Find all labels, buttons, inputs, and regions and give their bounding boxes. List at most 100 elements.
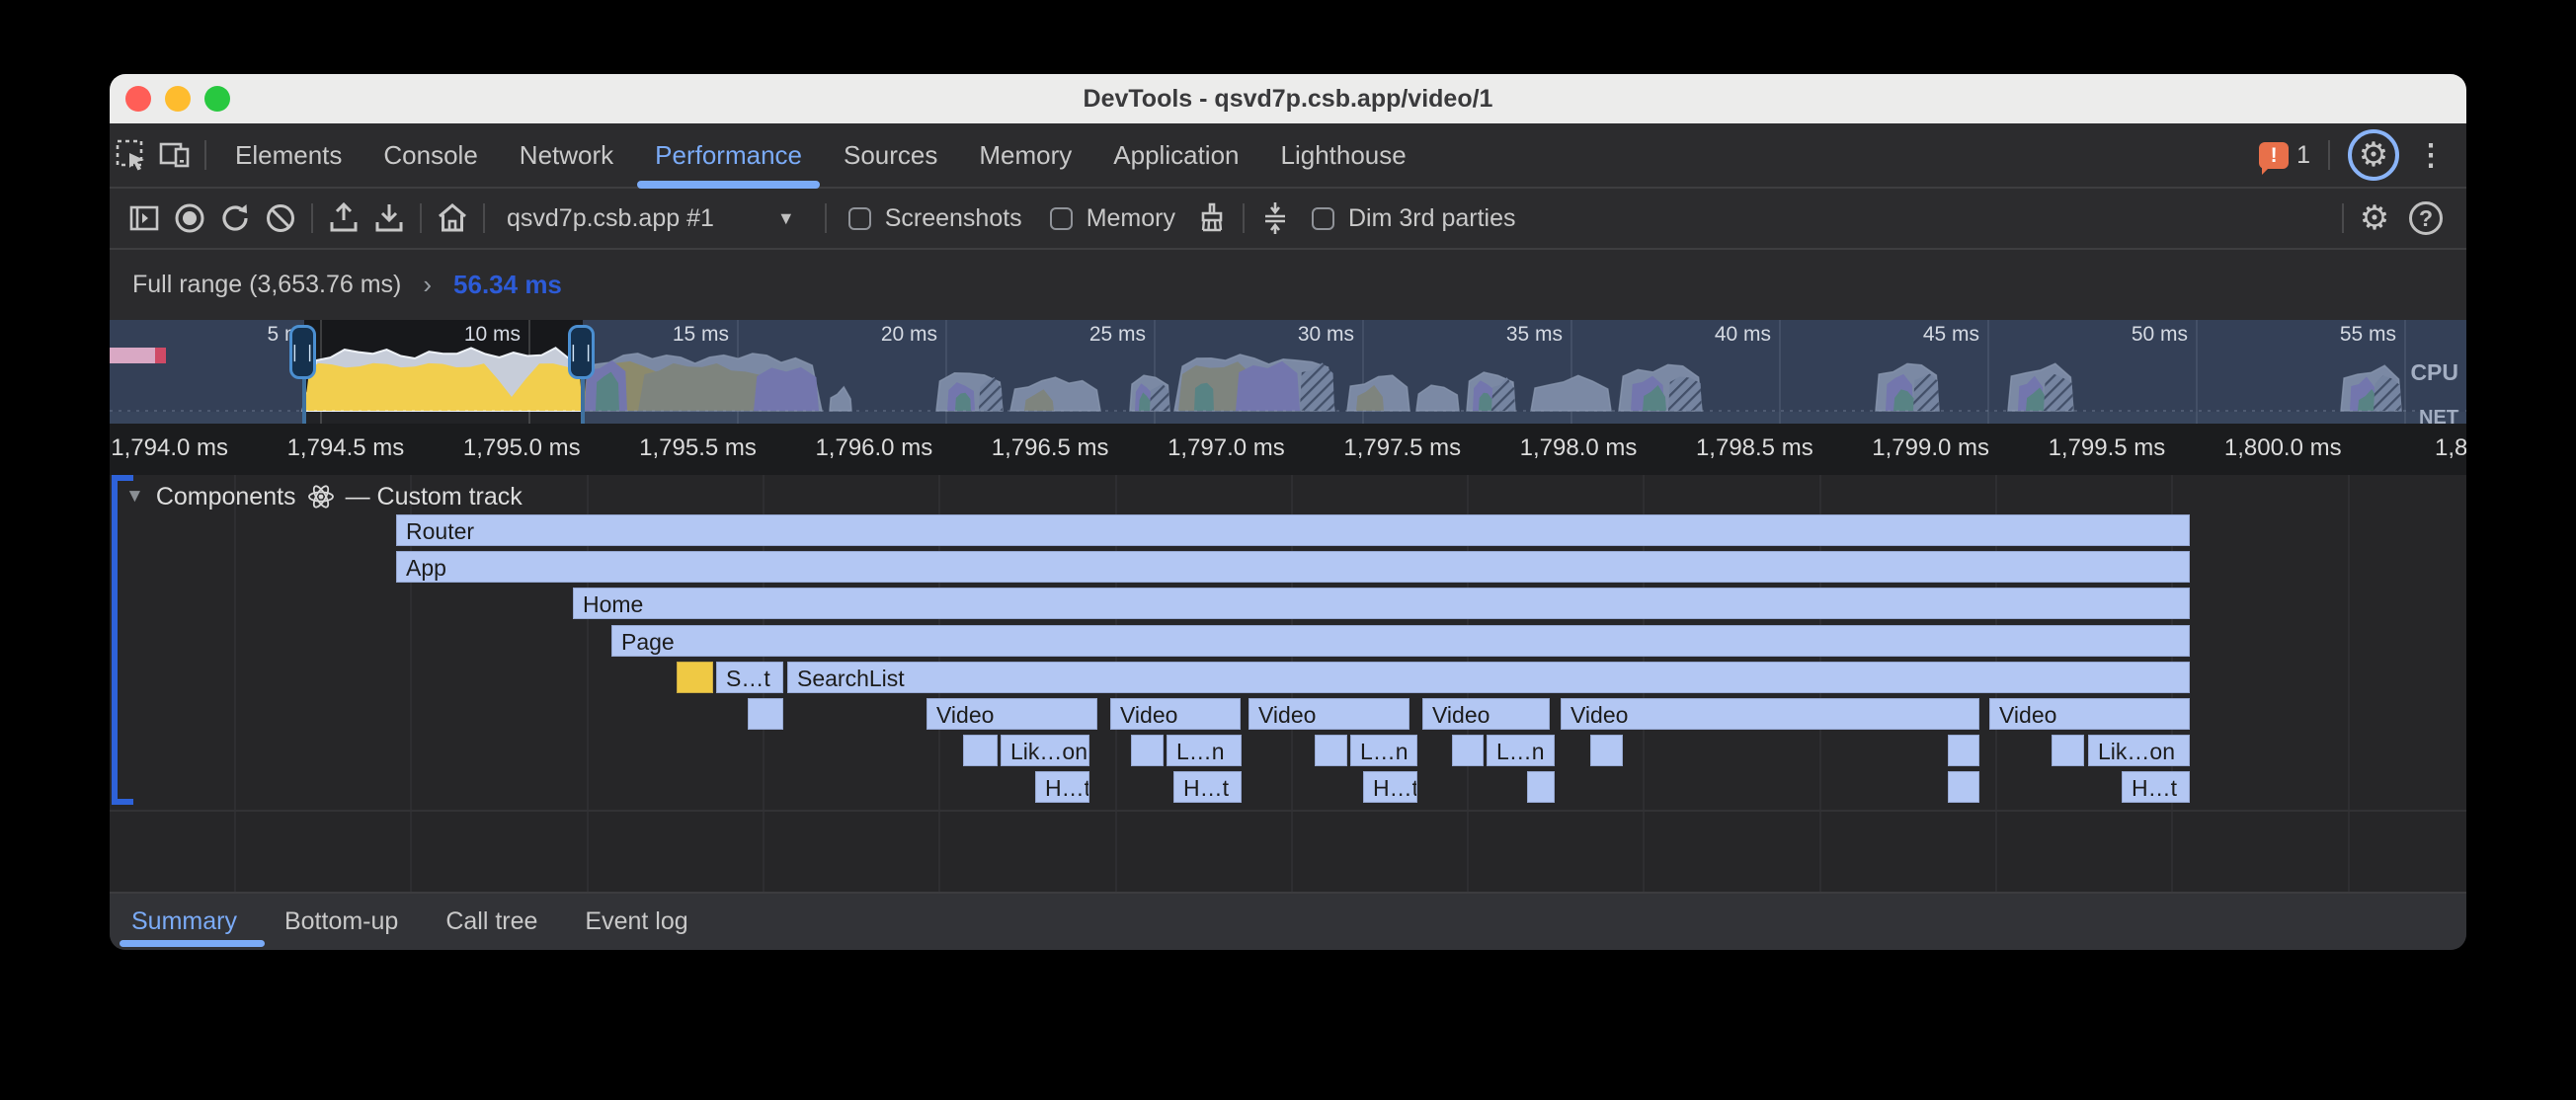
track-title: Components	[156, 483, 296, 511]
disclosure-triangle-icon[interactable]: ▼	[125, 486, 144, 508]
tab-memory[interactable]: Memory	[958, 123, 1092, 187]
flame-bar-ln[interactable]: L…n	[1167, 735, 1242, 766]
flame-bar-ht[interactable]: H…t	[1173, 771, 1242, 803]
flame-bar[interactable]	[1527, 771, 1555, 803]
devtools-tabs: ElementsConsoleNetworkPerformanceSources…	[214, 123, 1427, 187]
breadcrumb-selected-range[interactable]: 56.34 ms	[453, 270, 562, 300]
details-tab-summary[interactable]: Summary	[131, 894, 261, 950]
collect-garbage-icon[interactable]	[1189, 196, 1235, 241]
tabbar-right: ! 1 ⚙ ⋮	[2259, 129, 2466, 181]
checkbox-box[interactable]	[1312, 207, 1334, 230]
flame-bar-ht[interactable]: H…t	[1035, 771, 1089, 803]
flame-bar-video[interactable]: Video	[1561, 698, 1979, 730]
flame-bar[interactable]	[1590, 735, 1623, 766]
chevron-down-icon[interactable]: ▼	[777, 208, 795, 229]
flame-bar[interactable]	[748, 698, 783, 730]
timeline-marker	[110, 348, 166, 363]
download-profile-icon[interactable]	[366, 196, 412, 241]
drag-grip-icon[interactable]: ❘❘	[289, 325, 316, 379]
tab-lighthouse[interactable]: Lighthouse	[1260, 123, 1427, 187]
details-tab-event-log[interactable]: Event log	[561, 894, 711, 950]
overview-time-label: 25 ms	[1043, 323, 1146, 347]
tab-application[interactable]: Application	[1092, 123, 1259, 187]
flame-bar-page[interactable]: Page	[611, 625, 2190, 657]
dim-3rd-parties-checkbox[interactable]: Dim 3rd parties	[1312, 204, 1516, 233]
titlebar[interactable]: DevTools - qsvd7p.csb.app/video/1	[110, 74, 2466, 123]
memory-checkbox[interactable]: Memory	[1050, 204, 1175, 233]
flame-bar[interactable]	[1315, 735, 1347, 766]
tab-sources[interactable]: Sources	[823, 123, 958, 187]
track-subtitle: — Custom track	[346, 483, 523, 511]
home-live-metrics-icon[interactable]	[430, 196, 475, 241]
tab-network[interactable]: Network	[499, 123, 634, 187]
flame-bar-video[interactable]: Video	[1110, 698, 1241, 730]
settings-gear-icon[interactable]: ⚙	[2348, 129, 2399, 181]
flame-bar-ht[interactable]: H…t	[2122, 771, 2190, 803]
record-and-reload-icon[interactable]	[212, 196, 258, 241]
upload-profile-icon[interactable]	[321, 196, 366, 241]
checkbox-box[interactable]	[848, 207, 871, 230]
error-badge[interactable]: ! 1	[2259, 141, 2310, 170]
history-target-select[interactable]: qsvd7p.csb.app #1	[507, 204, 714, 233]
flame-bar[interactable]	[677, 662, 713, 693]
custom-track-header[interactable]: ▼ Components — Custom track	[125, 482, 523, 511]
ruler-time-label: 1,794.0 ms	[110, 434, 228, 462]
details-tab-call-tree[interactable]: Call tree	[422, 894, 561, 950]
flame-bar-ln[interactable]: L…n	[1487, 735, 1555, 766]
flamechart-area[interactable]: ▼ Components — Custom track Router App Hom…	[110, 475, 2466, 892]
flame-bar[interactable]	[963, 735, 998, 766]
flame-bar-ht[interactable]: H…t	[1363, 771, 1417, 803]
zoom-window-button[interactable]	[204, 86, 230, 112]
tab-performance[interactable]: Performance	[634, 123, 823, 187]
flame-bar-video[interactable]: Video	[926, 698, 1097, 730]
flamechart-gridline	[2348, 475, 2350, 892]
screenshots-checkbox[interactable]: Screenshots	[848, 204, 1022, 233]
checkbox-box[interactable]	[1050, 207, 1073, 230]
tab-elements[interactable]: Elements	[214, 123, 362, 187]
flame-bar-st[interactable]: S…t	[716, 662, 783, 693]
error-icon: !	[2259, 142, 2289, 169]
help-icon[interactable]: ?	[2409, 201, 2443, 235]
flame-bar-video[interactable]: Video	[1248, 698, 1409, 730]
drag-grip-icon[interactable]: ❘❘	[568, 325, 595, 379]
flame-bar-searchlist[interactable]: SearchList	[787, 662, 2190, 693]
flame-bar-router[interactable]: Router	[396, 514, 2190, 546]
flame-bar[interactable]	[2052, 735, 2084, 766]
flame-bar-likon[interactable]: Lik…on	[2088, 735, 2190, 766]
react-atom-icon	[306, 482, 336, 511]
flame-bar[interactable]	[1131, 735, 1164, 766]
tab-console[interactable]: Console	[362, 123, 498, 187]
ruler-time-label: 1,796.5 ms	[931, 434, 1109, 462]
more-options-kebab-icon[interactable]: ⋮	[2409, 133, 2453, 177]
divider	[825, 203, 827, 233]
capture-settings-gear-icon[interactable]: ⚙	[2352, 196, 2397, 241]
flame-bar-video[interactable]: Video	[1989, 698, 2190, 730]
inspect-element-icon[interactable]	[110, 133, 153, 177]
close-window-button[interactable]	[125, 86, 151, 112]
timeline-overview[interactable]: 5 ms10 ms15 ms20 ms25 ms30 ms35 ms40 ms4…	[110, 320, 2466, 424]
breadcrumb-chevron-icon: ›	[423, 270, 432, 300]
selection-right-handle[interactable]: ❘❘	[581, 320, 585, 424]
flame-bar-home[interactable]: Home	[573, 588, 2190, 619]
net-lane-label: NET	[2419, 407, 2458, 424]
flame-bar-ln[interactable]: L…n	[1350, 735, 1417, 766]
toggle-sidebar-icon[interactable]	[121, 196, 167, 241]
flame-bar-app[interactable]: App	[396, 551, 2190, 583]
device-toolbar-icon[interactable]	[153, 133, 197, 177]
ruler-time-label: 1,797.5 ms	[1283, 434, 1461, 462]
collapse-tracks-icon[interactable]	[1252, 196, 1298, 241]
breadcrumb-full-range[interactable]: Full range (3,653.76 ms)	[132, 271, 401, 299]
record-icon[interactable]	[167, 196, 212, 241]
divider	[204, 140, 206, 170]
flame-bar[interactable]	[1452, 735, 1484, 766]
flame-bar[interactable]	[1948, 771, 1979, 803]
ruler-time-label: 1,798.5 ms	[1636, 434, 1813, 462]
clear-icon[interactable]	[258, 196, 303, 241]
minimize-window-button[interactable]	[165, 86, 191, 112]
selection-left-handle[interactable]: ❘❘	[302, 320, 306, 424]
flame-bar-likon[interactable]: Lik…on	[1001, 735, 1089, 766]
flame-bar-video[interactable]: Video	[1422, 698, 1550, 730]
details-tab-bottom-up[interactable]: Bottom-up	[261, 894, 422, 950]
flame-bar[interactable]	[1948, 735, 1979, 766]
flamechart-gridline	[234, 475, 236, 892]
